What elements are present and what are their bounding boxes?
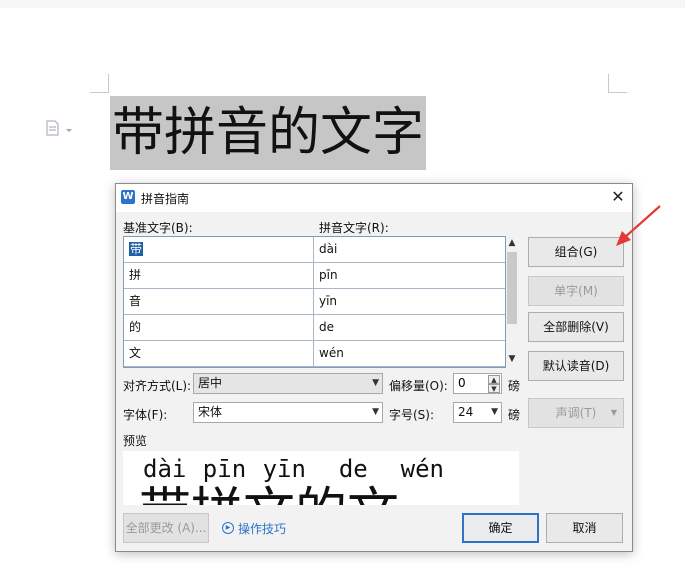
base-cell[interactable]: 带 bbox=[124, 237, 314, 262]
delete-all-button[interactable]: 全部删除(V) bbox=[528, 312, 624, 342]
scrollbar-thumb[interactable] bbox=[507, 252, 517, 324]
document-icon[interactable] bbox=[46, 120, 72, 136]
offset-stepper[interactable]: 0 ▲ ▼ bbox=[453, 373, 502, 394]
stepper-down-icon[interactable]: ▼ bbox=[488, 384, 500, 393]
pinyin-cell[interactable]: pīn bbox=[314, 263, 505, 288]
page-corner-marker bbox=[90, 74, 109, 93]
chevron-down-icon: ▼ bbox=[372, 378, 379, 388]
preview-pinyin: dài pīn yīn de wén bbox=[143, 455, 444, 483]
dialog-title: 拼音指南 bbox=[141, 192, 190, 206]
pinyin-guide-dialog: W 拼音指南 ✕ 基准文字(B): 拼音文字(R): 带 dài 拼 pīn 音… bbox=[115, 183, 633, 552]
table-row: 拼 pīn bbox=[124, 263, 505, 289]
stepper-up-icon[interactable]: ▲ bbox=[488, 375, 500, 384]
table-scrollbar[interactable]: ▲ ▼ bbox=[505, 236, 519, 366]
alignment-value: 居中 bbox=[198, 376, 223, 390]
pinyin-text-label: 拼音文字(R): bbox=[319, 221, 389, 235]
table-row: 文 wén bbox=[124, 341, 505, 367]
scroll-up-icon[interactable]: ▲ bbox=[505, 236, 519, 250]
alignment-select[interactable]: 居中 ▼ bbox=[193, 373, 383, 394]
preview-box: dài pīn yīn de wén 带拼文的文 bbox=[123, 451, 519, 505]
table-row: 带 dài bbox=[124, 237, 505, 263]
selected-document-text[interactable]: 带拼音的文字 bbox=[110, 96, 427, 170]
base-cell[interactable]: 拼 bbox=[124, 263, 314, 288]
font-value: 宋体 bbox=[198, 405, 223, 419]
preview-hanzi: 带拼文的文 bbox=[139, 483, 399, 505]
tips-link[interactable]: 操作技巧 bbox=[238, 520, 286, 537]
tone-button[interactable]: 声调(T) ▼ bbox=[528, 398, 624, 428]
pinyin-cell[interactable]: de bbox=[314, 315, 505, 340]
base-char: 带 bbox=[129, 242, 144, 256]
offset-value[interactable]: 0 bbox=[458, 376, 466, 390]
chevron-down-icon: ▼ bbox=[491, 407, 498, 417]
alignment-label: 对齐方式(L): bbox=[123, 379, 192, 393]
font-select[interactable]: 宋体 ▼ bbox=[193, 402, 383, 423]
play-icon[interactable]: ▶ bbox=[222, 522, 234, 534]
pinyin-cell[interactable]: dài bbox=[314, 237, 505, 262]
font-label: 字体(F): bbox=[123, 408, 168, 422]
base-text-label: 基准文字(B): bbox=[123, 221, 193, 235]
pinyin-table: 带 dài 拼 pīn 音 yīn 的 de 文 wén bbox=[123, 236, 506, 368]
annotation-arrow-icon bbox=[616, 205, 661, 246]
font-size-select[interactable]: 24 ▼ bbox=[453, 402, 502, 423]
default-reading-button[interactable]: 默认读音(D) bbox=[528, 351, 624, 381]
base-cell[interactable]: 文 bbox=[124, 341, 314, 366]
base-cell[interactable]: 的 bbox=[124, 315, 314, 340]
single-char-button[interactable]: 单字(M) bbox=[528, 276, 624, 306]
chevron-down-icon: ▼ bbox=[610, 408, 617, 417]
chevron-down-icon: ▼ bbox=[372, 407, 379, 417]
ok-button[interactable]: 确定 bbox=[462, 513, 539, 543]
preview-label: 预览 bbox=[123, 434, 148, 448]
pinyin-cell[interactable]: yīn bbox=[314, 289, 505, 314]
change-all-button[interactable]: 全部更改 (A)... bbox=[123, 513, 209, 543]
wps-writer-icon: W bbox=[121, 190, 135, 204]
dialog-titlebar[interactable]: W 拼音指南 ✕ bbox=[116, 184, 632, 212]
font-size-unit: 磅 bbox=[508, 408, 521, 422]
page-corner-marker bbox=[608, 74, 627, 93]
table-row: 音 yīn bbox=[124, 289, 505, 315]
table-row: 的 de bbox=[124, 315, 505, 341]
scroll-down-icon[interactable]: ▼ bbox=[505, 352, 519, 366]
offset-label: 偏移量(O): bbox=[389, 379, 448, 393]
tone-button-label: 声调(T) bbox=[555, 406, 597, 420]
base-cell[interactable]: 音 bbox=[124, 289, 314, 314]
cancel-button[interactable]: 取消 bbox=[546, 513, 623, 543]
font-size-value: 24 bbox=[458, 405, 474, 419]
font-size-label: 字号(S): bbox=[389, 408, 435, 422]
offset-unit: 磅 bbox=[508, 379, 521, 393]
pinyin-cell[interactable]: wén bbox=[314, 341, 505, 366]
